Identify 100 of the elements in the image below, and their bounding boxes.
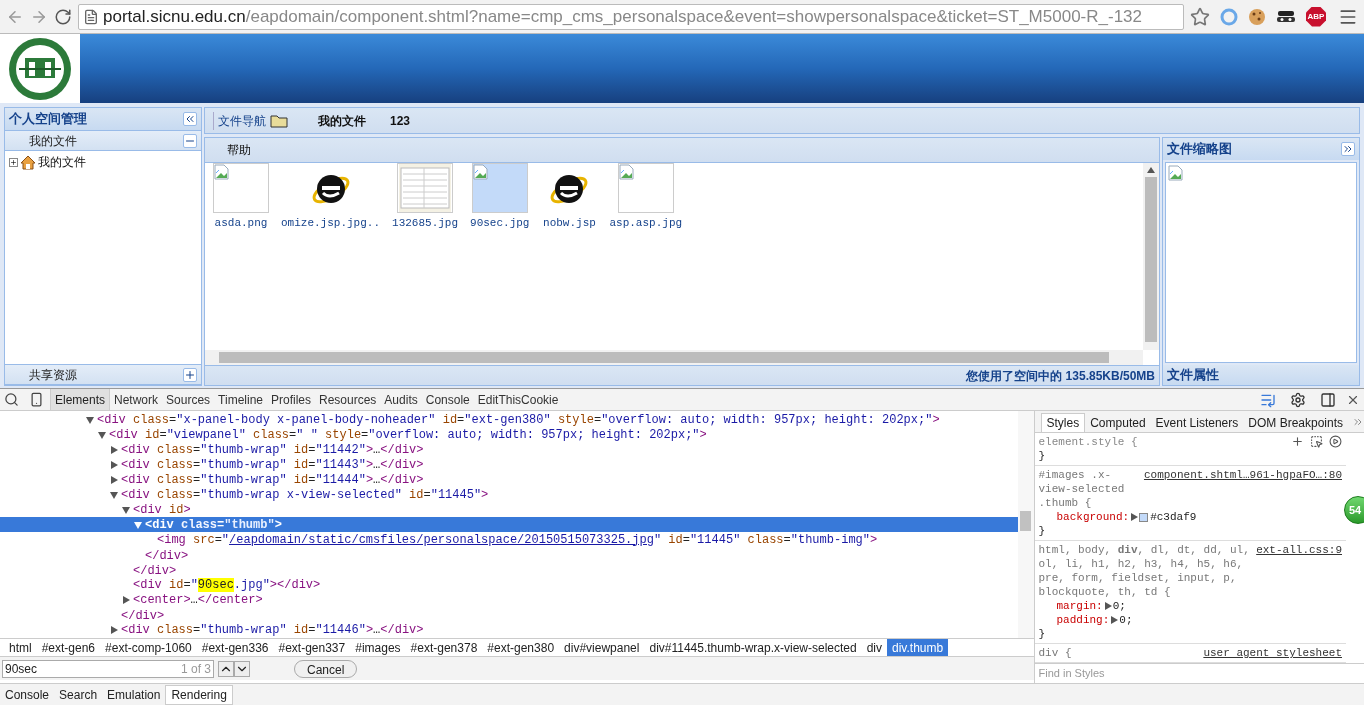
- collapsed-triangle-icon[interactable]: [121, 594, 131, 605]
- styles-tab[interactable]: DOM Breakpoints: [1243, 413, 1348, 432]
- expanded-triangle-icon[interactable]: [121, 504, 131, 515]
- collapse-icon[interactable]: [183, 133, 197, 148]
- tree-item[interactable]: 我的文件: [38, 153, 86, 171]
- scroll-up-icon[interactable]: [1147, 167, 1155, 173]
- current-folder: 我的文件: [318, 112, 366, 130]
- source-link[interactable]: ext-all.css:9: [1256, 543, 1342, 557]
- devtools-tab[interactable]: Network: [110, 389, 163, 410]
- devtools-tab[interactable]: Resources: [315, 389, 381, 410]
- dock-icon[interactable]: [1320, 391, 1336, 408]
- css-selector: html, body, div, dl, dt, dd, ul, ol, li, h1, h2, h3, h4, h5, h6, pre, form, fieldset, input, p, blockquote, th, td {: [1038, 543, 1251, 599]
- cancel-button[interactable]: Cancel: [294, 659, 358, 678]
- code-line[interactable]: <div class="thumb-wrap" id="11443">…</div>: [0, 457, 1018, 472]
- accordion-header[interactable]: 我的文件: [5, 130, 201, 151]
- file-item[interactable]: omize.jsp.jpg..: [281, 163, 381, 232]
- search-icon[interactable]: [4, 392, 19, 407]
- breadcrumb[interactable]: div#viewpanel: [559, 639, 645, 656]
- breadcrumb[interactable]: div#11445.thumb-wrap.x-view-selected: [644, 639, 862, 656]
- storage-status: 您使用了空间中的 135.85KB/50MB: [966, 367, 1155, 385]
- styles-tab[interactable]: Event Listeners: [1150, 413, 1244, 432]
- color-swatch[interactable]: [1139, 512, 1149, 522]
- drawer-tab[interactable]: Emulation: [102, 684, 166, 705]
- breadcrumb[interactable]: #ext-gen378: [405, 639, 483, 656]
- devtools-tab[interactable]: EditThisCookie: [473, 389, 563, 410]
- horizontal-scrollbar[interactable]: [205, 350, 1143, 365]
- breadcrumb[interactable]: div: [861, 639, 887, 656]
- code-line[interactable]: <div class="x-panel-body x-panel-body-noheader" id="ext-gen380" style="overflow: auto; width: 957px; height: 202px;">: [0, 412, 1018, 427]
- devtools-tab[interactable]: Profiles: [267, 389, 315, 410]
- previous-match-button[interactable]: [218, 660, 234, 677]
- expanded-triangle-icon[interactable]: [97, 429, 107, 440]
- expand-triangle-icon[interactable]: [1130, 513, 1139, 521]
- settings-icon[interactable]: [1290, 391, 1306, 408]
- breadcrumb[interactable]: #ext-gen380: [482, 639, 560, 656]
- tree-expand-icon[interactable]: [9, 157, 18, 167]
- adblock-icon[interactable]: ABP: [1306, 6, 1326, 27]
- breadcrumb[interactable]: div.thumb: [887, 639, 949, 656]
- breadcrumb[interactable]: #ext-gen6: [36, 639, 101, 656]
- breadcrumb[interactable]: #ext-gen337: [273, 639, 351, 656]
- drawer-tab[interactable]: Rendering: [165, 684, 233, 705]
- address-bar[interactable]: portal.sicnu.edu.cn/eapdomain/component.shtml?name=cmp_cms_personalspace&event=showpersonalspace&ticket=ST_M5000-R_-132: [78, 3, 1184, 30]
- expanded-triangle-icon[interactable]: [109, 489, 119, 500]
- page-icon: [83, 8, 99, 25]
- panel-title: 文件属性: [1167, 366, 1219, 385]
- add-rule-icon[interactable]: [1291, 435, 1304, 448]
- collapse-button[interactable]: [183, 112, 197, 126]
- code-line[interactable]: <div class="thumb-wrap x-view-selected" id="11445">: [0, 487, 1018, 502]
- code-line[interactable]: <div class="thumb-wrap" id="11442">…</div>: [0, 442, 1018, 457]
- cookie-icon[interactable]: [1248, 7, 1266, 26]
- code-line: </div>: [132, 563, 178, 577]
- find-in-styles-field[interactable]: Find in Styles: [1038, 665, 1360, 682]
- code-line[interactable]: <div class="thumb-wrap" id="11444">…</div>: [0, 472, 1018, 487]
- house-icon: [20, 154, 36, 170]
- source-link[interactable]: user agent stylesheet: [1203, 646, 1342, 660]
- code-line[interactable]: <div id="90sec.jpg"></div>: [0, 577, 1018, 592]
- folder-icon[interactable]: [270, 113, 288, 128]
- devtools-tab[interactable]: Elements: [51, 389, 111, 410]
- animations-icon[interactable]: [1329, 435, 1342, 448]
- next-match-button[interactable]: [234, 660, 250, 677]
- code-line[interactable]: <div class="thumb-wrap" id="11446">…</div>: [0, 622, 1018, 637]
- source-link[interactable]: component.shtml…961-hgpaFO…:80: [1143, 468, 1342, 482]
- breadcrumb[interactable]: #ext-gen336: [196, 639, 274, 656]
- code-line[interactable]: <center>…</center>: [0, 592, 1018, 607]
- devtools-tab[interactable]: Audits: [380, 389, 422, 410]
- devtools-tab[interactable]: Sources: [162, 389, 215, 410]
- styles-tab[interactable]: Styles: [1040, 413, 1086, 432]
- collapsed-triangle-icon[interactable]: [109, 444, 119, 455]
- breadcrumb[interactable]: html: [4, 639, 37, 656]
- devtools-tab[interactable]: Timeline: [214, 389, 267, 410]
- accordion-header[interactable]: 共享资源: [5, 364, 201, 385]
- device-mode-icon[interactable]: [29, 392, 44, 407]
- collapsed-triangle-icon[interactable]: [109, 624, 119, 635]
- code-line[interactable]: <div id>: [0, 502, 1018, 517]
- element-state-icon[interactable]: [1310, 435, 1323, 448]
- expand-button[interactable]: [1341, 142, 1355, 156]
- code-line[interactable]: <div id="viewpanel" class=" " style="overflow: auto; width: 957px; height: 202px;">: [0, 427, 1018, 442]
- code-line[interactable]: <img src="/eapdomain/static/cmsfiles/personalspace/20150515073325.jpg" id="11445" class="thumb-img">: [0, 532, 1018, 547]
- more-tabs-icon[interactable]: [1352, 416, 1364, 428]
- css-property: margin:: [1056, 599, 1103, 613]
- drawer-tab[interactable]: Search: [54, 684, 103, 705]
- drawer-tab[interactable]: Console: [0, 684, 55, 705]
- collapsed-triangle-icon[interactable]: [109, 459, 119, 470]
- link[interactable]: /eapdomain/static/cmsfiles/personalspace/20150515073325.jpg: [229, 532, 654, 547]
- vertical-scrollbar[interactable]: [1017, 411, 1034, 638]
- bookmark-star-icon[interactable]: [1190, 6, 1210, 27]
- expanded-triangle-icon[interactable]: [85, 414, 95, 425]
- devtools-tab[interactable]: Console: [421, 389, 474, 410]
- help-menu[interactable]: 帮助: [227, 141, 251, 159]
- broken-image-icon: [1168, 165, 1184, 181]
- styles-tab[interactable]: Computed: [1085, 413, 1151, 432]
- breadcrumb[interactable]: #images: [350, 639, 406, 656]
- css-value: #c3daf9: [1150, 510, 1197, 524]
- reload-button[interactable]: [54, 7, 72, 26]
- broken-image-icon: [472, 164, 489, 180]
- collapsed-triangle-icon[interactable]: [109, 474, 119, 485]
- breadcrumb[interactable]: #ext-comp-1060: [100, 639, 197, 656]
- find-field[interactable]: 90sec 1 of 3: [2, 659, 214, 678]
- expand-icon[interactable]: [183, 367, 197, 382]
- vertical-scrollbar[interactable]: [1143, 163, 1159, 350]
- expanded-triangle-icon[interactable]: [133, 519, 143, 530]
